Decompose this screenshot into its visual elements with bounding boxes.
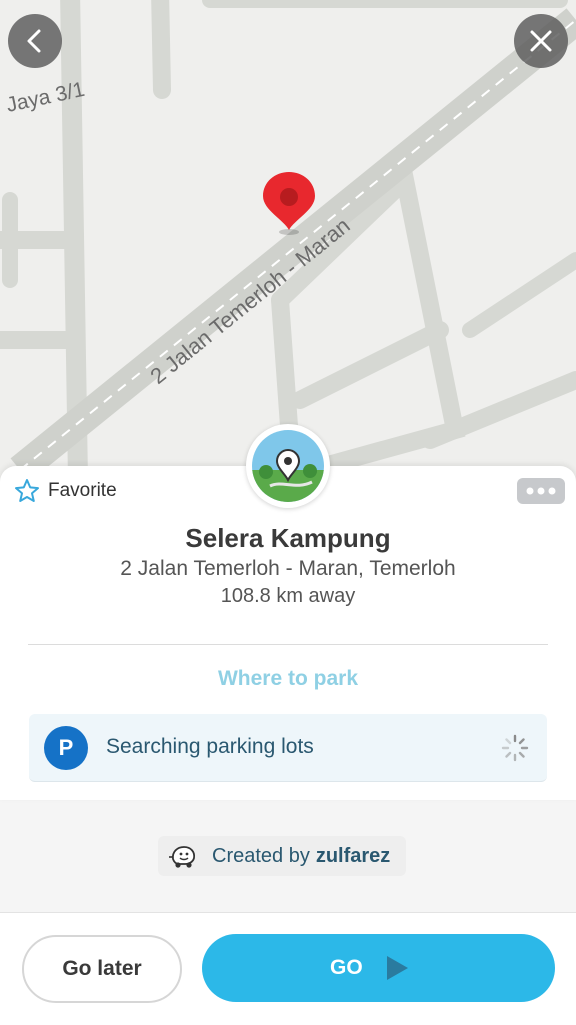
favorite-label: Favorite bbox=[48, 480, 117, 501]
street-label-main: 2 Jalan Temerloh - Maran bbox=[145, 213, 354, 389]
go-button[interactable]: GO bbox=[202, 934, 555, 1002]
close-button[interactable] bbox=[514, 14, 568, 68]
parking-search-row[interactable]: P Searching parking lots bbox=[29, 714, 547, 782]
go-label: GO bbox=[330, 956, 363, 979]
place-avatar bbox=[246, 424, 330, 508]
loading-spinner-icon bbox=[501, 734, 529, 762]
star-outline-icon bbox=[15, 479, 39, 502]
go-later-button[interactable]: Go later bbox=[22, 935, 182, 1003]
back-button[interactable] bbox=[8, 14, 62, 68]
more-dots-icon bbox=[526, 487, 556, 495]
creator-credit[interactable]: Created by zulfarez bbox=[158, 836, 407, 876]
place-distance: 108.8 km away bbox=[220, 585, 356, 607]
map-roads: 2 Jalan Temerloh - Maran Jaya 3/1 bbox=[0, 0, 576, 480]
place-address: 2 Jalan Temerloh - Maran, Temerloh bbox=[120, 557, 456, 580]
divider bbox=[28, 644, 548, 645]
play-arrow-icon bbox=[387, 956, 408, 980]
where-to-park-link[interactable]: Where to park bbox=[0, 667, 576, 691]
parking-icon: P bbox=[44, 726, 88, 770]
creator-prefix: Created by bbox=[212, 844, 310, 867]
chevron-left-icon bbox=[27, 29, 41, 53]
place-category-icon bbox=[252, 430, 324, 502]
place-title: Selera Kampung bbox=[185, 523, 391, 553]
map-view[interactable]: 2 Jalan Temerloh - Maran Jaya 3/1 bbox=[0, 0, 576, 480]
close-icon bbox=[530, 30, 552, 52]
more-options-button[interactable] bbox=[517, 478, 565, 504]
creator-name: zulfarez bbox=[315, 844, 391, 867]
favorite-toggle[interactable]: Favorite bbox=[14, 478, 117, 504]
parking-status: Searching parking lots bbox=[106, 735, 314, 758]
waze-car-icon bbox=[169, 846, 196, 868]
